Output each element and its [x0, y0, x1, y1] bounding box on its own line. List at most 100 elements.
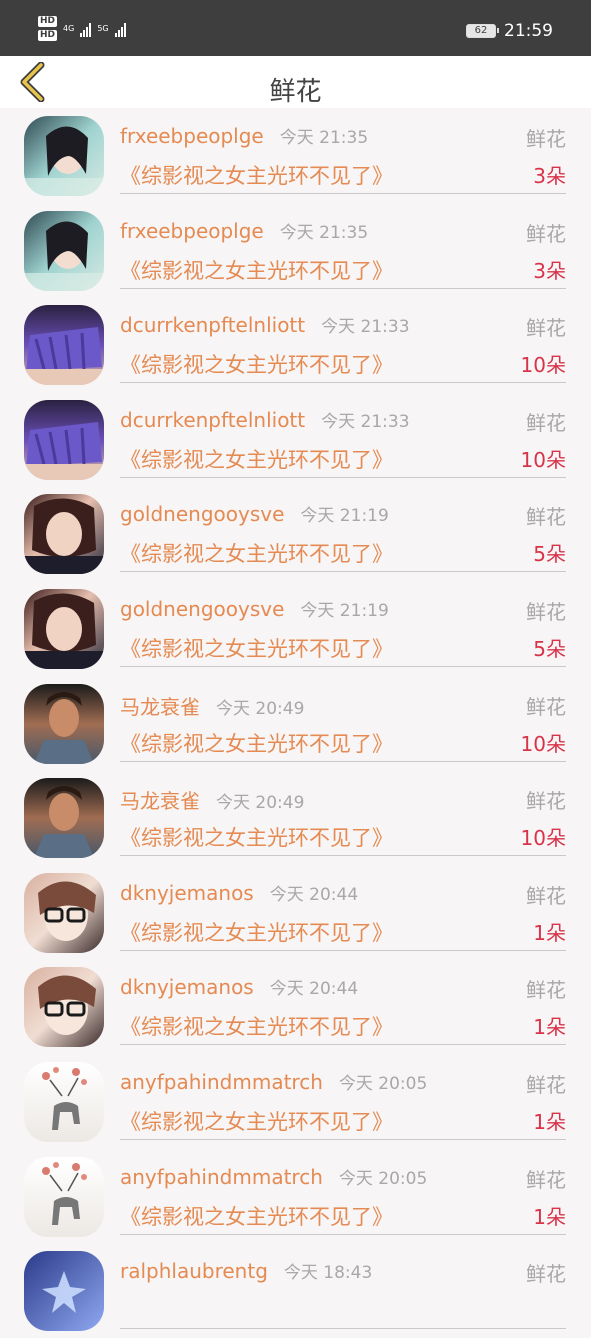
book-title[interactable]: 《综影视之女主光环不见了》	[120, 444, 393, 474]
gift-type-label: 鲜花	[526, 694, 566, 719]
user-name[interactable]: 马龙衰雀 今天 20:49	[120, 785, 304, 814]
gift-count: 3朵	[533, 164, 566, 188]
gift-count: 10朵	[520, 826, 566, 851]
avatar[interactable]	[24, 399, 104, 480]
gift-count: 10朵	[520, 353, 566, 378]
gift-count: 5朵	[533, 636, 566, 661]
timestamp: 今天 21:19	[300, 600, 389, 621]
avatar[interactable]	[24, 1156, 104, 1237]
book-title[interactable]: 《综影视之女主光环不见了》	[120, 822, 393, 852]
avatar[interactable]	[24, 872, 104, 953]
network-type: 5G	[97, 24, 109, 33]
gift-type-label: 鲜花	[526, 789, 566, 814]
gift-type-label: 鲜花	[526, 127, 566, 151]
nav-bar: 鲜花	[0, 56, 591, 108]
timestamp: 今天 20:44	[269, 884, 359, 905]
timestamp: 今天 21:33	[321, 411, 410, 432]
list-item-content: frxeebpeoplge 今天 21:35 鲜花《综影视之女主光环不见了》 3朵	[120, 203, 566, 289]
list-item-content: anyfpahindmmatrch 今天 20:05 鲜花 《综影视之女主光环不见了》…	[120, 1149, 566, 1235]
list-item-content: 马龙衰雀 今天 20:49 鲜花 《综影视之女主光环不见了》 10朵	[120, 676, 566, 762]
user-name[interactable]: ralphlaubrentg 今天 18:43	[120, 1258, 372, 1283]
avatar[interactable]	[24, 1061, 104, 1142]
timestamp: 今天 20:05	[338, 1073, 428, 1094]
list-item[interactable]: goldnengooysve 今天 21:19 鲜花 《综影视之女主光环不见了》 5朵	[0, 581, 591, 676]
timestamp: 今天 20:44	[269, 979, 359, 1000]
avatar[interactable]	[24, 1251, 104, 1332]
signal-icon	[114, 21, 126, 37]
user-name[interactable]: dcurrkenpftelnliott 今天 21:33	[120, 312, 410, 337]
gift-count: 5朵	[533, 542, 566, 567]
timestamp: 今天 21:35	[279, 222, 369, 243]
list-item[interactable]: dcurrkenpftelnliott 今天 21:33 鲜花《综影视之女主光环不见…	[0, 392, 591, 487]
book-title[interactable]: 《综影视之女主光环不见了》	[120, 160, 393, 190]
gift-type-label: 鲜花	[526, 1072, 566, 1097]
avatar[interactable]	[24, 494, 104, 575]
list-item[interactable]: frxeebpeoplge 今天 21:35 鲜花《综影视之女主光环不见了》 3朵	[0, 203, 591, 298]
book-title[interactable]: 《综影视之女主光环不见了》	[120, 349, 393, 379]
user-name[interactable]: dcurrkenpftelnliott 今天 21:33	[120, 407, 410, 432]
list-item[interactable]: dknyjemanos 今天 20:44 鲜花 《综影视之女主光环不见了》 1朵	[0, 865, 591, 960]
book-title[interactable]: 《综影视之女主光环不见了》	[120, 1011, 393, 1041]
book-title[interactable]: 《综影视之女主光环不见了》	[120, 917, 393, 947]
list-item-content: dcurrkenpftelnliott 今天 21:33 鲜花《综影视之女主光环不见…	[120, 297, 566, 384]
user-name[interactable]: frxeebpeoplge 今天 21:35	[120, 123, 368, 148]
user-name[interactable]: anyfpahindmmatrch 今天 20:05	[120, 1164, 427, 1189]
user-name[interactable]: dknyjemanos 今天 20:44	[120, 974, 358, 999]
list-item[interactable]: anyfpahindmmatrch 今天 20:05 鲜花《综影视之女主光环不见了》…	[0, 1054, 591, 1149]
user-name[interactable]: anyfpahindmmatrch 今天 20:05	[120, 1069, 427, 1094]
gift-type-label: 鲜花	[526, 883, 566, 908]
gift-type-label: 鲜花	[526, 316, 566, 341]
user-name[interactable]: goldnengooysve 今天 21:19	[120, 596, 389, 621]
gift-type-label: 鲜花	[526, 505, 566, 530]
list-item[interactable]: ralphlaubrentg 今天 18:43 鲜花	[0, 1243, 591, 1338]
gift-type-label: 鲜花	[526, 221, 566, 246]
list-item-content: dknyjemanos 今天 20:44 鲜花 《综影视之女主光环不见了》 1朵	[120, 959, 566, 1046]
list-item-content: ralphlaubrentg 今天 18:43 鲜花	[120, 1243, 566, 1330]
avatar[interactable]	[24, 588, 104, 669]
avatar[interactable]	[24, 210, 104, 291]
book-title[interactable]: 《综影视之女主光环不见了》	[120, 1106, 393, 1136]
timestamp: 今天 18:43	[283, 1263, 373, 1284]
list-item-content: dknyjemanos 今天 20:44 鲜花 《综影视之女主光环不见了》 1朵	[120, 865, 566, 951]
timestamp: 今天 21:19	[300, 506, 389, 527]
list-item[interactable]: anyfpahindmmatrch 今天 20:05 鲜花 《综影视之女主光环不见了》…	[0, 1149, 591, 1244]
hd-badge: HD	[38, 30, 58, 41]
user-name[interactable]: goldnengooysve 今天 21:19	[120, 501, 389, 526]
timestamp: 今天 21:33	[321, 317, 410, 338]
list-item-content: anyfpahindmmatrch 今天 20:05 鲜花《综影视之女主光环不见了》…	[120, 1054, 566, 1140]
gift-type-label: 鲜花	[526, 978, 566, 1003]
list-item[interactable]: goldnengooysve 今天 21:19 鲜花《综影视之女主光环不见了》 5朵	[0, 486, 591, 581]
avatar[interactable]	[24, 116, 104, 196]
book-title[interactable]: 《综影视之女主光环不见了》	[120, 728, 393, 758]
list-item[interactable]: 马龙衰雀 今天 20:49 鲜花 《综影视之女主光环不见了》 10朵	[0, 676, 591, 771]
book-title[interactable]: 《综影视之女主光环不见了》	[120, 538, 393, 568]
battery-icon: 62	[466, 24, 499, 38]
user-name[interactable]: frxeebpeoplge 今天 21:35	[120, 218, 368, 243]
timestamp: 今天 20:05	[338, 1168, 428, 1189]
user-name[interactable]: dknyjemanos 今天 20:44	[120, 880, 358, 905]
avatar[interactable]	[24, 305, 104, 386]
page-title: 鲜花	[269, 77, 322, 107]
gift-count: 1朵	[533, 1109, 566, 1134]
book-title[interactable]: 《综影视之女主光环不见了》	[120, 633, 393, 663]
gift-type-label: 鲜花	[526, 410, 566, 435]
gift-count: 3朵	[533, 258, 566, 283]
list-item-content: goldnengooysve 今天 21:19 鲜花《综影视之女主光环不见了》 5朵	[120, 486, 566, 573]
avatar[interactable]	[24, 683, 104, 764]
avatar[interactable]	[24, 778, 104, 859]
avatar[interactable]	[24, 967, 104, 1048]
list-item[interactable]: 马龙衰雀 今天 20:49 鲜花《综影视之女主光环不见了》 10朵	[0, 770, 591, 865]
list-item-content: frxeebpeoplge 今天 21:35 鲜花《综影视之女主光环不见了》 3朵	[120, 108, 566, 194]
network-type: 4G	[63, 24, 75, 33]
list-item[interactable]: dcurrkenpftelnliott 今天 21:33 鲜花《综影视之女主光环不见…	[0, 297, 591, 392]
status-time: 21:59	[504, 21, 553, 41]
user-name[interactable]: 马龙衰雀 今天 20:49	[120, 691, 304, 720]
list-item[interactable]: frxeebpeoplge 今天 21:35 鲜花《综影视之女主光环不见了》 3朵	[0, 108, 591, 203]
book-title[interactable]: 《综影视之女主光环不见了》	[120, 255, 393, 285]
list-item[interactable]: dknyjemanos 今天 20:44 鲜花 《综影视之女主光环不见了》 1朵	[0, 959, 591, 1054]
book-title[interactable]: 《综影视之女主光环不见了》	[120, 1201, 393, 1231]
status-bar: HD HD 4G 5G 62 21:59	[0, 0, 591, 56]
timestamp: 今天 21:35	[279, 128, 369, 148]
timestamp: 今天 20:49	[216, 793, 305, 814]
timestamp: 今天 20:49	[216, 698, 305, 719]
